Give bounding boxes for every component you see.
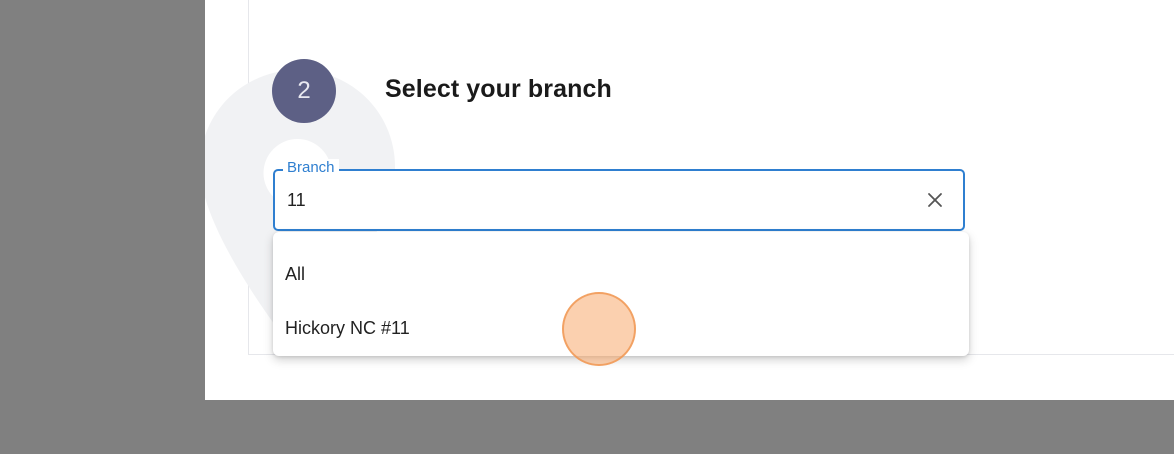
close-icon[interactable] xyxy=(925,190,945,210)
step-title: Select your branch xyxy=(385,75,612,103)
dropdown-option-all[interactable]: All xyxy=(273,248,969,300)
branch-dropdown-list: All Hickory NC #11 xyxy=(273,232,969,356)
dropdown-option-hickory[interactable]: Hickory NC #11 xyxy=(273,302,969,354)
branch-field-label: Branch xyxy=(283,159,339,176)
step-number-badge: 2 xyxy=(272,59,336,123)
branch-input-value[interactable]: 11 xyxy=(287,190,306,211)
branch-input[interactable]: Branch 11 xyxy=(273,159,965,231)
